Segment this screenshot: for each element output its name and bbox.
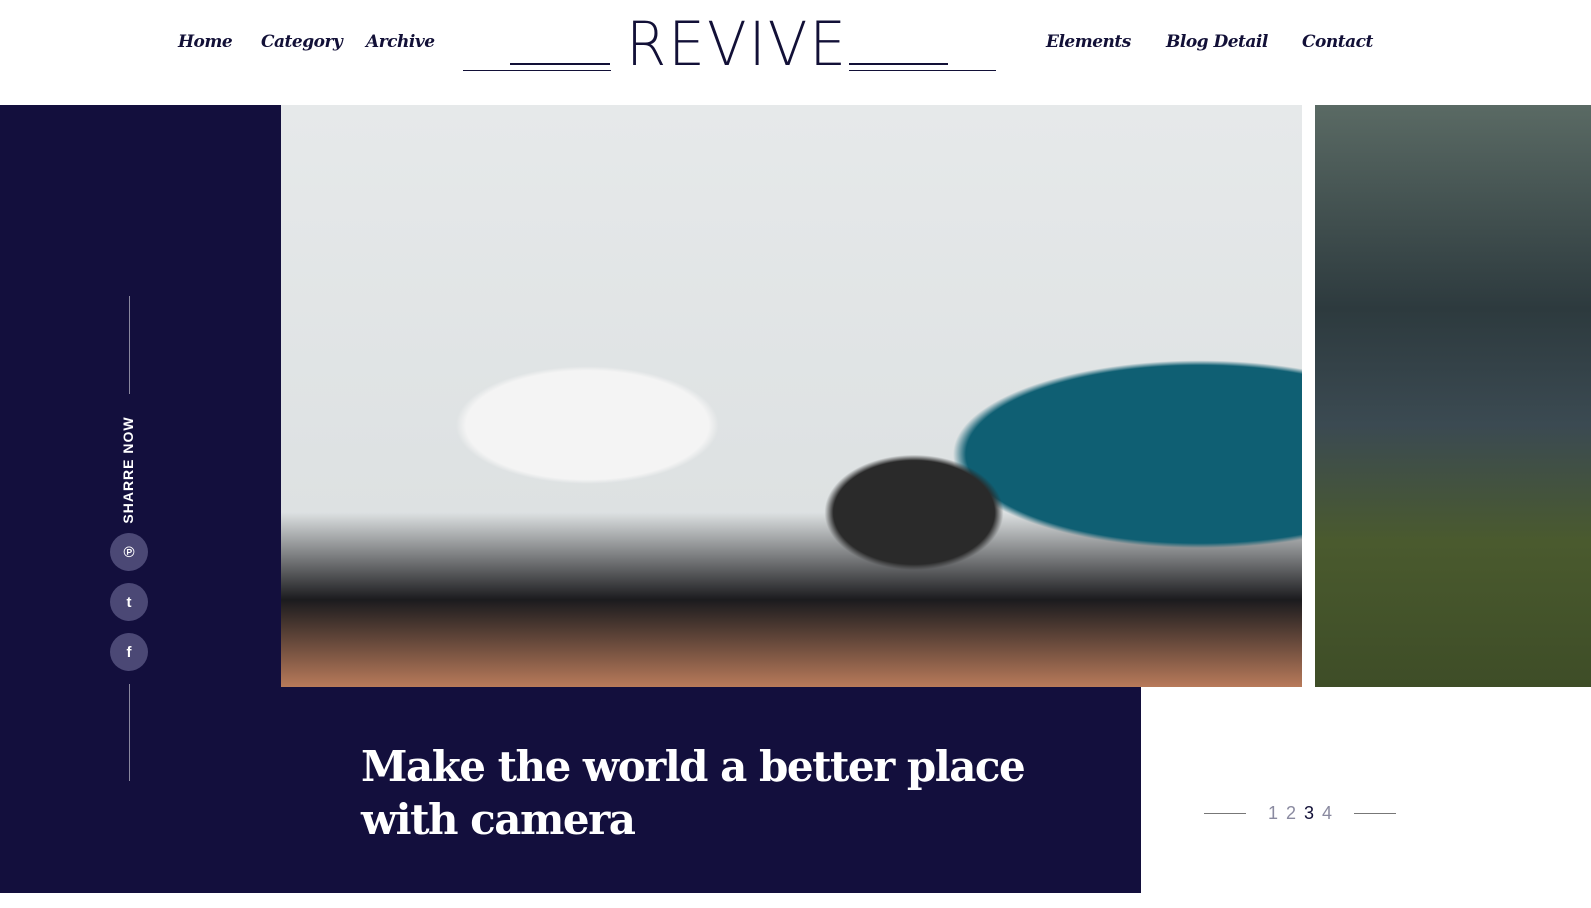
nav-home[interactable]: Home — [178, 32, 233, 52]
post-title[interactable]: Make the world a better place with camer… — [361, 740, 1061, 846]
share-label: SHARRE NOW — [120, 416, 136, 524]
divider — [849, 63, 948, 65]
nav-category[interactable]: Category — [261, 32, 343, 52]
pinterest-icon[interactable]: ℗ — [110, 533, 148, 571]
logo[interactable]: REVIVE — [626, 8, 848, 79]
nav-contact[interactable]: Contact — [1302, 32, 1373, 52]
next-slide-image[interactable] — [1315, 105, 1591, 687]
page-1[interactable]: 1 — [1268, 803, 1278, 824]
divider — [129, 296, 130, 394]
divider — [129, 684, 130, 781]
divider — [463, 70, 611, 71]
slider-pager: 1 2 3 4 — [1204, 803, 1397, 824]
divider — [510, 63, 610, 65]
prev-arrow-icon[interactable] — [1204, 813, 1246, 814]
page-4[interactable]: 4 — [1322, 803, 1332, 824]
twitter-icon[interactable]: t — [110, 583, 148, 621]
divider — [849, 70, 996, 71]
next-arrow-icon[interactable] — [1354, 813, 1397, 814]
facebook-icon[interactable]: f — [110, 633, 148, 671]
page-2[interactable]: 2 — [1286, 803, 1296, 824]
nav-elements[interactable]: Elements — [1046, 32, 1131, 52]
page-3[interactable]: 3 — [1304, 803, 1314, 824]
hero-image[interactable] — [281, 105, 1302, 687]
top-nav: Home Category Archive REVIVE Elements Bl… — [0, 0, 1591, 105]
nav-blog-detail[interactable]: Blog Detail — [1166, 32, 1268, 52]
nav-archive[interactable]: Archive — [366, 32, 435, 52]
